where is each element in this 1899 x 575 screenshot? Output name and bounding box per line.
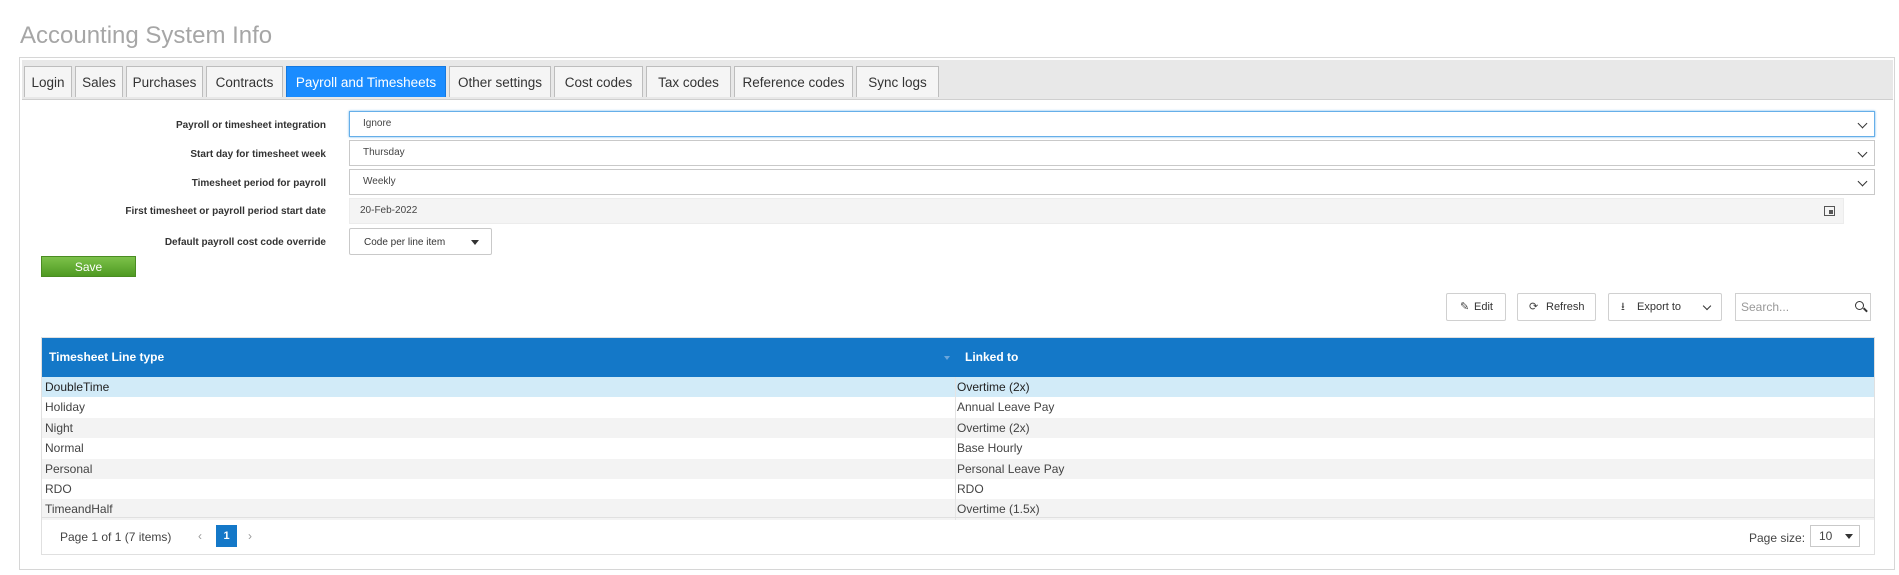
table-row[interactable]: Normal Base Hourly bbox=[42, 438, 1874, 459]
table-row[interactable]: Night Overtime (2x) bbox=[42, 417, 1874, 439]
chevron-down-icon bbox=[1857, 118, 1868, 129]
pager-info: Page 1 of 1 (7 items) bbox=[60, 530, 172, 544]
cost-code-override-dropdown[interactable]: Code per line item bbox=[349, 228, 492, 255]
tab-other-settings[interactable]: Other settings bbox=[449, 66, 551, 97]
table-row[interactable]: RDO RDO bbox=[42, 479, 1874, 500]
cell-line-type: Normal bbox=[45, 441, 84, 456]
table-row[interactable]: DoubleTime Overtime (2x) bbox=[42, 377, 1874, 398]
grid-search-input[interactable]: Search... bbox=[1735, 293, 1871, 321]
tab-tax-codes[interactable]: Tax codes bbox=[646, 66, 731, 97]
tab-bar: Login Sales Purchases Contracts Payroll … bbox=[22, 60, 1893, 100]
prev-page-icon[interactable]: ‹ bbox=[198, 529, 202, 543]
timesheet-line-grid: Timesheet Line type Linked to DoubleTime… bbox=[41, 337, 1875, 555]
first-date-field[interactable]: 20-Feb-2022 bbox=[349, 198, 1844, 224]
payroll-integration-value: Ignore bbox=[363, 118, 392, 129]
payroll-integration-select[interactable]: Ignore bbox=[349, 111, 1875, 137]
column-divider bbox=[955, 479, 956, 500]
tab-login[interactable]: Login bbox=[24, 66, 72, 97]
page-size-value: 10 bbox=[1819, 529, 1833, 543]
tab-contracts[interactable]: Contracts bbox=[206, 66, 283, 97]
page-size-select[interactable]: 10 bbox=[1810, 525, 1860, 547]
tab-purchases[interactable]: Purchases bbox=[126, 66, 203, 97]
download-icon: ⭳ bbox=[1621, 301, 1625, 313]
table-row[interactable]: Personal Personal Leave Pay bbox=[42, 458, 1874, 479]
column-divider bbox=[955, 397, 956, 418]
calendar-icon[interactable] bbox=[1824, 206, 1835, 216]
cell-line-type: Night bbox=[45, 420, 74, 435]
start-day-select[interactable]: Thursday bbox=[349, 140, 1875, 166]
start-day-value: Thursday bbox=[363, 147, 405, 158]
cell-linked-to: Overtime (2x) bbox=[957, 420, 1030, 435]
column-header-linked-to[interactable]: Linked to bbox=[965, 338, 1018, 377]
next-page-icon[interactable]: › bbox=[248, 529, 252, 543]
page-size-label: Page size: bbox=[1749, 531, 1806, 545]
column-divider bbox=[955, 458, 956, 479]
caret-down-icon bbox=[471, 240, 479, 245]
grid-header: Timesheet Line type Linked to bbox=[42, 338, 1874, 377]
column-header-line-type[interactable]: Timesheet Line type bbox=[49, 338, 164, 377]
cost-code-override-label: Default payroll cost code override bbox=[164, 237, 326, 248]
cell-line-type: Holiday bbox=[45, 400, 86, 415]
chevron-down-icon bbox=[1857, 176, 1868, 187]
timesheet-period-value: Weekly bbox=[363, 176, 396, 187]
column-divider bbox=[955, 417, 956, 439]
table-row[interactable]: Holiday Annual Leave Pay bbox=[42, 397, 1874, 418]
timesheet-period-label: Timesheet period for payroll bbox=[191, 178, 326, 189]
payroll-integration-label: Payroll or timesheet integration bbox=[175, 120, 326, 131]
page-title: Accounting System Info bbox=[20, 22, 273, 49]
chevron-down-icon bbox=[1702, 301, 1712, 311]
tab-sync-logs[interactable]: Sync logs bbox=[856, 66, 939, 97]
tab-cost-codes[interactable]: Cost codes bbox=[554, 66, 643, 97]
tab-reference-codes[interactable]: Reference codes bbox=[734, 66, 853, 97]
edit-button[interactable]: ✎ Edit bbox=[1446, 293, 1506, 321]
export-button[interactable]: ⭳ Export to bbox=[1608, 293, 1722, 321]
first-date-value: 20-Feb-2022 bbox=[360, 205, 418, 216]
cell-linked-to: Annual Leave Pay bbox=[957, 400, 1055, 415]
tab-sales[interactable]: Sales bbox=[75, 66, 123, 97]
cell-line-type: DoubleTime bbox=[45, 380, 110, 394]
refresh-label: Refresh bbox=[1546, 301, 1585, 313]
tab-payroll-and-timesheets[interactable]: Payroll and Timesheets bbox=[286, 66, 446, 97]
timesheet-period-select[interactable]: Weekly bbox=[349, 169, 1875, 195]
cost-code-override-value: Code per line item bbox=[364, 237, 446, 248]
start-day-label: Start day for timesheet week bbox=[190, 149, 326, 160]
cell-linked-to: RDO bbox=[957, 482, 984, 496]
refresh-icon: ⟳ bbox=[1529, 301, 1539, 313]
search-placeholder: Search... bbox=[1741, 300, 1790, 314]
sort-indicator-icon bbox=[944, 356, 950, 360]
first-date-label: First timesheet or payroll period start … bbox=[125, 206, 326, 217]
search-icon[interactable] bbox=[1855, 301, 1864, 310]
page-number-button[interactable]: 1 bbox=[216, 525, 237, 547]
refresh-button[interactable]: ⟳ Refresh bbox=[1517, 293, 1596, 321]
edit-label: Edit bbox=[1474, 301, 1493, 313]
column-divider bbox=[955, 438, 956, 459]
cell-line-type: RDO bbox=[45, 482, 72, 496]
cell-linked-to: Overtime (2x) bbox=[957, 380, 1030, 394]
save-button[interactable]: Save bbox=[41, 256, 136, 277]
column-divider bbox=[955, 377, 956, 398]
export-label: Export to bbox=[1637, 301, 1682, 313]
caret-down-icon bbox=[1845, 534, 1853, 539]
grid-pager: Page 1 of 1 (7 items) ‹ 1 › Page size: 1… bbox=[42, 517, 1874, 555]
cell-line-type: Personal bbox=[45, 461, 93, 476]
cell-linked-to: Base Hourly bbox=[957, 441, 1023, 456]
cell-linked-to: Personal Leave Pay bbox=[957, 461, 1065, 476]
chevron-down-icon bbox=[1857, 147, 1868, 158]
pencil-icon: ✎ bbox=[1460, 301, 1470, 313]
